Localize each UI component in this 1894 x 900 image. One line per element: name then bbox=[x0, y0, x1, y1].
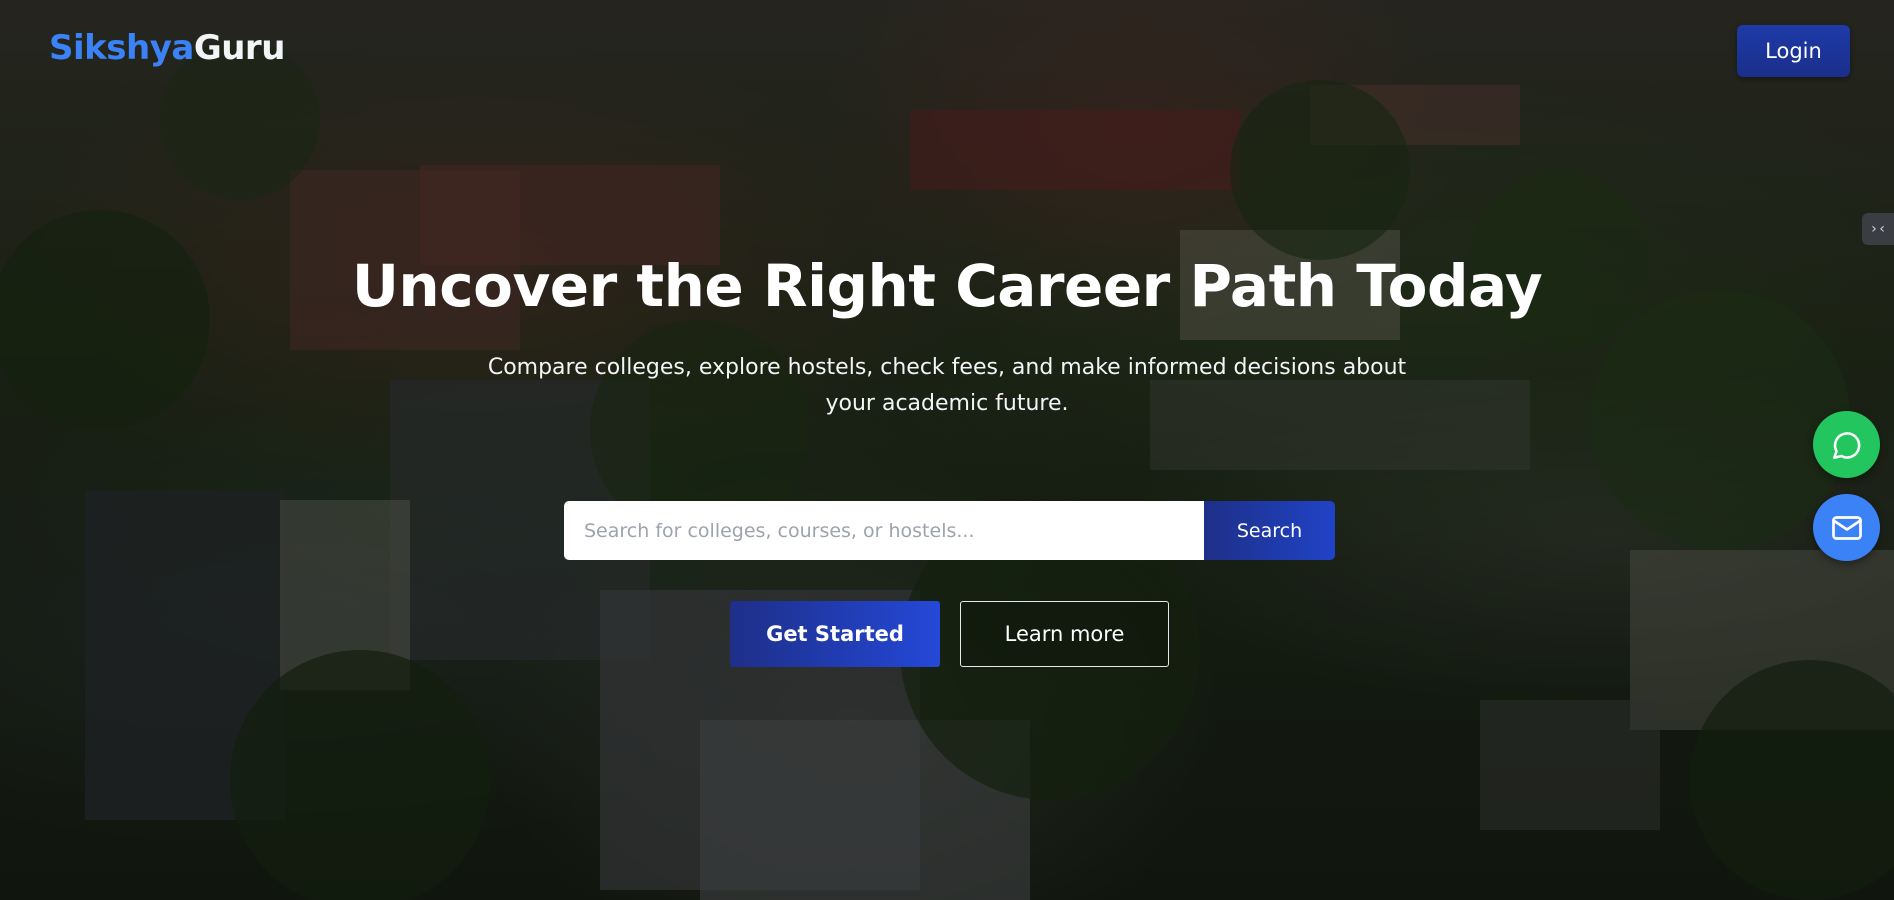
hero-subtitle-line-1: Compare colleges, explore hostels, check… bbox=[487, 355, 1407, 380]
login-button[interactable]: Login bbox=[1737, 25, 1850, 77]
whatsapp-button[interactable] bbox=[1813, 411, 1880, 478]
collapse-arrows-icon[interactable]: ›‹ bbox=[1862, 213, 1894, 245]
mail-button[interactable] bbox=[1813, 494, 1880, 561]
mail-icon bbox=[1831, 515, 1862, 540]
brand-logo[interactable]: SikshyaGuru bbox=[49, 28, 285, 68]
logo-text-sikshya: Sikshya bbox=[49, 28, 194, 68]
hero-section: SikshyaGuru Login ›‹ Uncover the Right C… bbox=[0, 0, 1894, 900]
whatsapp-icon bbox=[1832, 431, 1860, 459]
hero-subtitle: Compare colleges, explore hostels, check… bbox=[447, 350, 1447, 422]
search-input[interactable] bbox=[564, 501, 1204, 560]
search-button[interactable]: Search bbox=[1204, 501, 1335, 560]
hero-subtitle-line-2: your academic future. bbox=[825, 391, 1069, 416]
logo-text-guru: Guru bbox=[193, 28, 286, 68]
learn-more-button[interactable]: Learn more bbox=[960, 601, 1169, 667]
search-bar: Search bbox=[564, 501, 1335, 560]
get-started-button[interactable]: Get Started bbox=[730, 601, 940, 667]
dark-overlay bbox=[0, 0, 1894, 900]
hero-title: Uncover the Right Career Path Today bbox=[351, 252, 1543, 320]
